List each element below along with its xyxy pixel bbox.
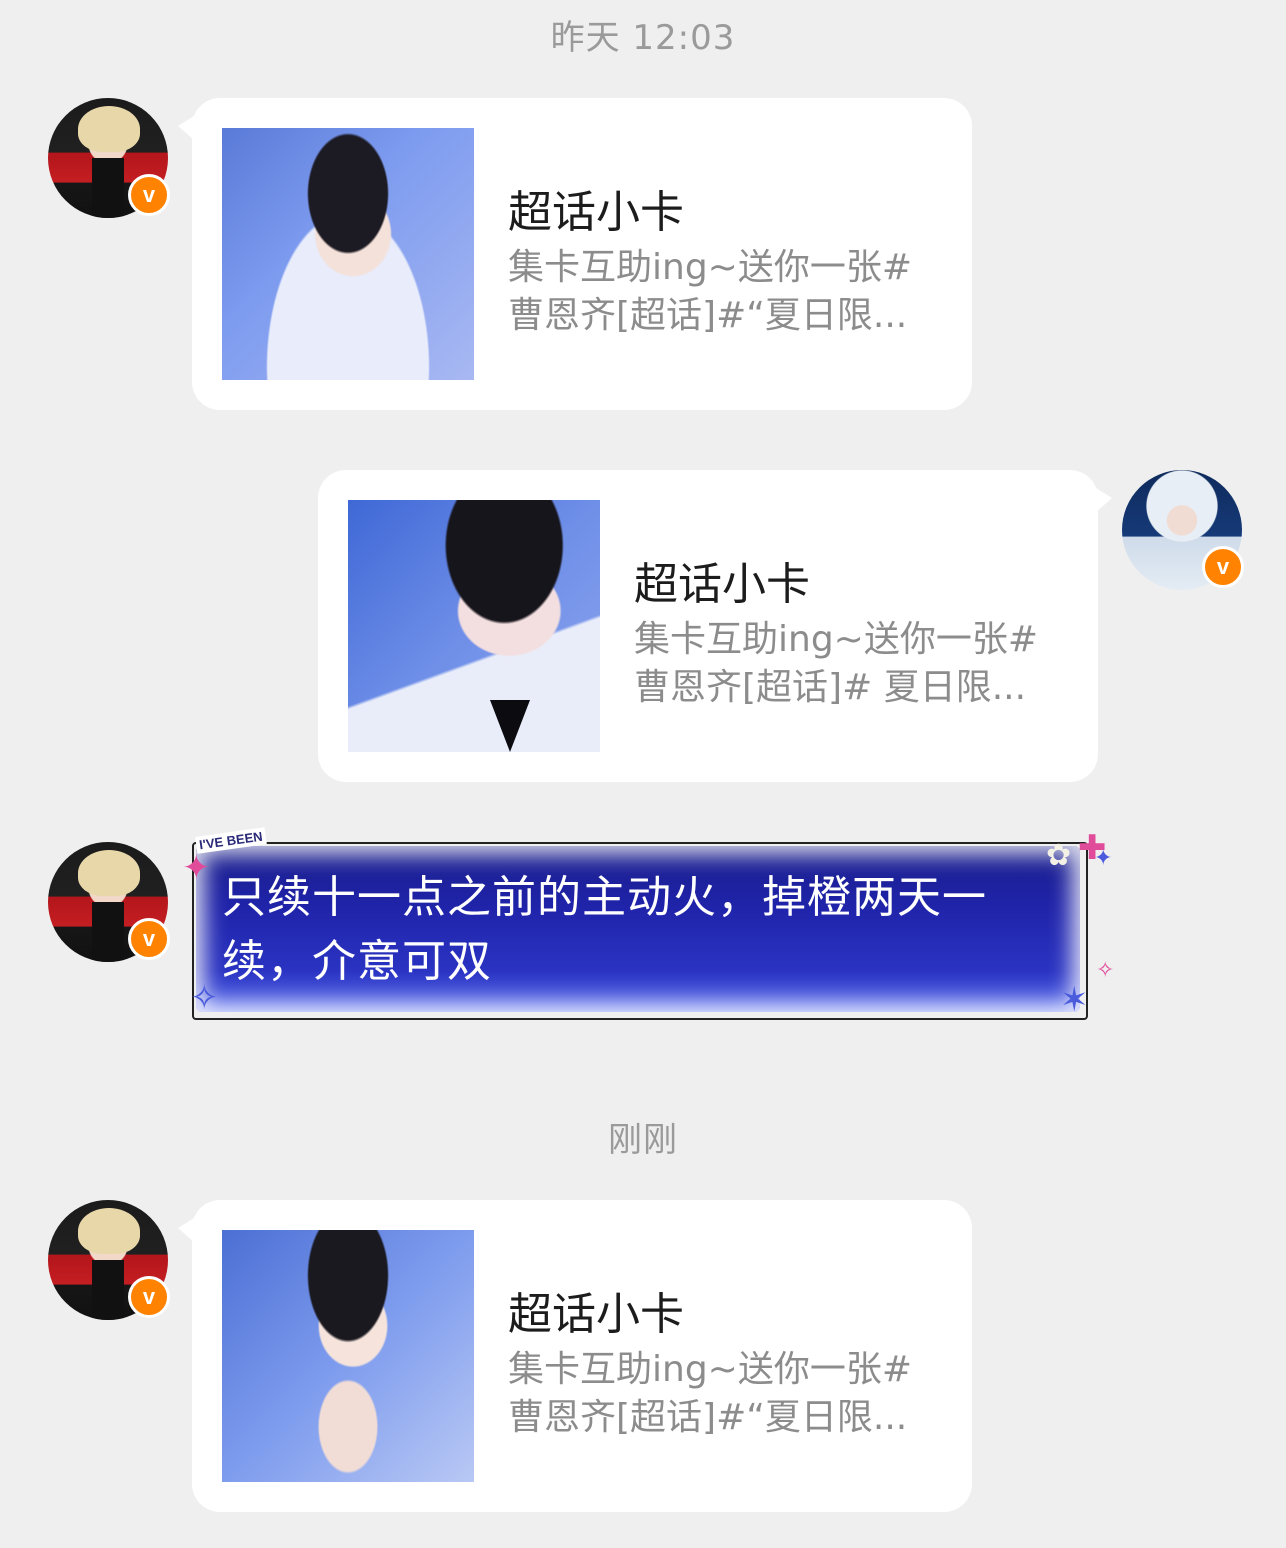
message-text: 只续十一点之前的主动火，掉橙两天一续，介意可双 (222, 872, 987, 987)
card-thumbnail (222, 128, 474, 380)
super-topic-card[interactable]: 超话小卡 集卡互助ing~送你一张# 曹恩齐[超话]#“夏日限... (178, 1200, 972, 1512)
sparkle-icon: ✦ (182, 848, 211, 888)
verified-badge-icon: v (128, 918, 170, 960)
card-description: 集卡互助ing~送你一张# 曹恩齐[超话]# 夏日限... (634, 616, 1064, 712)
card-description-line: 曹恩齐[超话]#“夏日限... (508, 295, 908, 336)
verified-badge-icon: v (1202, 546, 1244, 588)
card-description-line: 集卡互助ing~送你一张# (508, 247, 912, 288)
card-title: 超话小卡 (508, 187, 684, 238)
sender-avatar[interactable]: v (48, 1200, 170, 1320)
card-thumbnail (348, 500, 600, 752)
sender-avatar[interactable]: v (48, 98, 170, 218)
star-icon: ✶ (1060, 980, 1089, 1020)
card-description-line: 曹恩齐[超话]#“夏日限... (508, 1397, 908, 1438)
timestamp: 刚刚 (608, 1120, 678, 1160)
card-title: 超话小卡 (508, 1289, 684, 1340)
my-avatar[interactable]: v (1122, 470, 1244, 590)
card-description-line: 曹恩齐[超话]# 夏日限... (634, 667, 1027, 708)
card-description-line: 集卡互助ing~送你一张# (634, 619, 1038, 660)
card-description-line: 集卡互助ing~送你一张# (508, 1349, 912, 1390)
card-title: 超话小卡 (634, 559, 810, 610)
super-topic-card[interactable]: 超话小卡 集卡互助ing~送你一张# 曹恩齐[超话]# 夏日限... (318, 470, 1112, 782)
card-description: 集卡互助ing~送你一张# 曹恩齐[超话]#“夏日限... (508, 244, 938, 340)
timestamp: 昨天 12:03 (550, 18, 736, 58)
sparkle-icon: ✧ (190, 978, 219, 1018)
sparkle-icon: ✧ (1096, 958, 1115, 983)
super-topic-card[interactable]: 超话小卡 集卡互助ing~送你一张# 曹恩齐[超话]#“夏日限... (178, 98, 972, 410)
sparkle-icon: ✦ (1094, 846, 1113, 871)
card-description: 集卡互助ing~送你一张# 曹恩齐[超话]#“夏日限... (508, 1346, 938, 1442)
verified-badge-icon: v (128, 174, 170, 216)
verified-badge-icon: v (128, 1276, 170, 1318)
card-thumbnail (222, 1230, 474, 1482)
sender-avatar[interactable]: v (48, 842, 170, 962)
